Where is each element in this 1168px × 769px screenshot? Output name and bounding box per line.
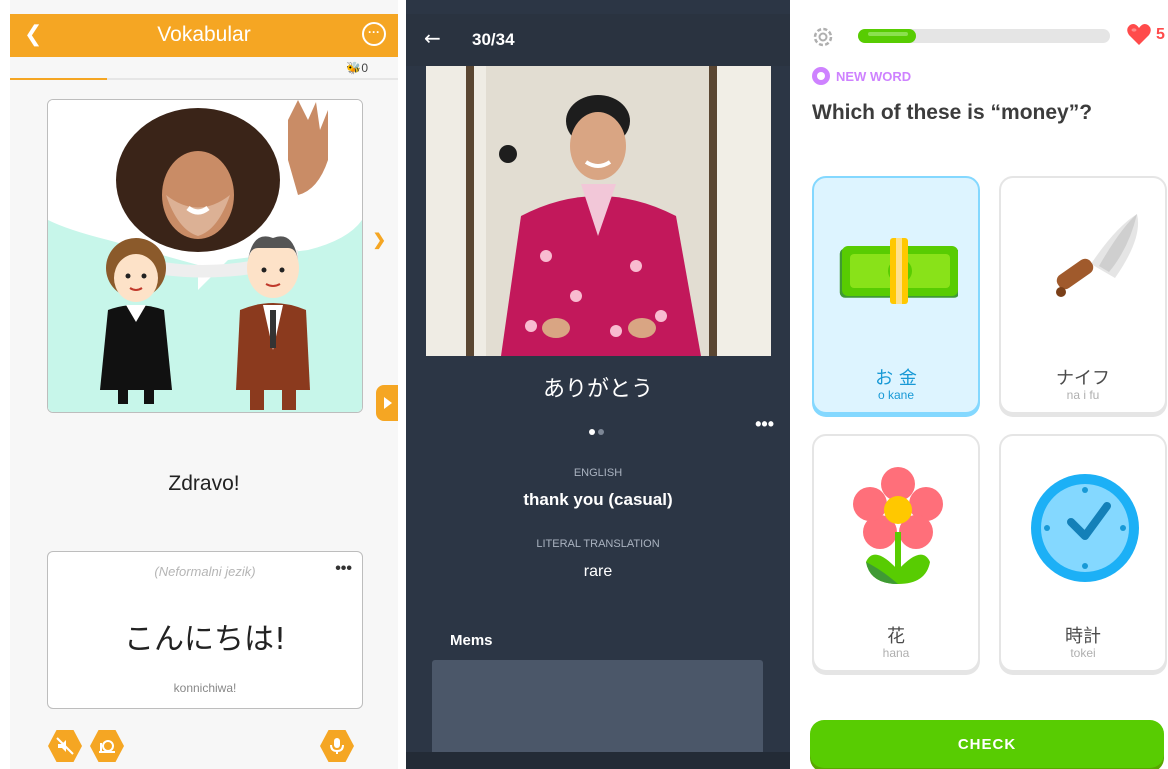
gear-icon[interactable] [811, 25, 835, 49]
choice-romaji: na i fu [1066, 388, 1100, 402]
register-note: (Neformalni jezik) [154, 564, 256, 579]
hearts-count: 5 [1156, 26, 1165, 43]
knife-icon [1056, 214, 1139, 297]
duolingo-panel: 5 NEW WORD Which of these is “money”? お … [798, 0, 1168, 769]
choice-romaji: hana [882, 646, 910, 660]
play-icon[interactable] [376, 385, 398, 421]
header-bar: ← 30/34 [406, 14, 790, 66]
more-options-icon[interactable]: ··· [362, 22, 386, 46]
vocabulary-panel: ❮ Vokabular ··· 🐝0 ❯ Zdravo! (Neformalni… [10, 0, 398, 769]
page-title: Vokabular [157, 23, 251, 46]
japanese-text: こんにちは! [123, 622, 287, 657]
question-prompt: Which of these is “money”? [812, 101, 1093, 124]
greeting-illustration [48, 100, 362, 412]
choice-card-knife[interactable]: ナイフ na i fu [999, 176, 1167, 414]
snail-icon [99, 740, 115, 753]
flower-icon [853, 467, 943, 584]
next-chevron-icon[interactable]: ❯ [373, 230, 386, 250]
choice-kanji: ナイフ [1056, 368, 1110, 389]
header-bar: ❮ Vokabular ··· [10, 14, 398, 57]
choice-card-money[interactable]: お 金 o kane [812, 176, 980, 414]
choice-kanji: 時計 [1065, 626, 1101, 647]
bottom-bar [406, 752, 790, 769]
literal-translation-label: LITERAL TRANSLATION [536, 538, 660, 550]
microphone-icon [330, 738, 344, 754]
score-value: 0 [361, 61, 368, 75]
memrise-panel: ← 30/34 ありがとう ••• ENGLISH thank you (cas… [406, 0, 790, 769]
video-thumbnail[interactable] [426, 66, 771, 356]
clock-icon [1031, 474, 1139, 582]
money-icon [839, 238, 958, 304]
progress-fill [10, 78, 107, 80]
speaker-photo [426, 66, 771, 356]
more-dots-icon[interactable]: ••• [335, 560, 352, 578]
page-dot-active [589, 429, 595, 435]
choice-card-clock[interactable]: 時計 tokei [999, 434, 1167, 672]
bee-icon: 🐝 [346, 61, 362, 75]
back-arrow-icon[interactable]: ← [424, 26, 441, 50]
choice-kanji: 花 [887, 626, 905, 647]
score-counter: 🐝0 [346, 61, 368, 75]
sound-off-button[interactable] [48, 730, 82, 762]
microphone-button[interactable] [320, 730, 354, 762]
literal-translation: rare [583, 563, 613, 580]
check-button-label: CHECK [957, 736, 1017, 753]
japanese-word: ありがとう [542, 377, 653, 402]
new-word-badge-icon [812, 67, 830, 85]
page-indicator [589, 422, 607, 440]
choice-romaji: o kane [877, 388, 915, 402]
english-translation: thank you (casual) [523, 490, 673, 509]
page-dot [598, 429, 604, 435]
english-label: ENGLISH [573, 467, 623, 479]
progress-shine [868, 32, 908, 36]
mems-heading: Mems [450, 632, 493, 649]
new-word-label: NEW WORD [836, 68, 912, 84]
romaji-text: konnichiwa! [173, 681, 237, 695]
speaker-mute-icon [56, 737, 74, 755]
more-dots-icon[interactable]: ••• [755, 414, 774, 435]
heart-icon [1127, 24, 1151, 45]
translated-word: Zdravo! [168, 472, 240, 495]
new-word-tag: NEW WORD [812, 67, 911, 85]
check-button[interactable]: CHECK [810, 720, 1164, 768]
choice-romaji: tokei [1070, 646, 1096, 660]
choice-kanji: お 金 [875, 368, 917, 389]
item-counter: 30/34 [472, 30, 515, 49]
choice-card-flower[interactable]: 花 hana [812, 434, 980, 672]
japanese-card: (Neformalni jezik) ••• こんにちは! konnichiwa… [47, 551, 363, 709]
slow-audio-button[interactable] [90, 730, 124, 762]
illustration-card [47, 99, 363, 413]
